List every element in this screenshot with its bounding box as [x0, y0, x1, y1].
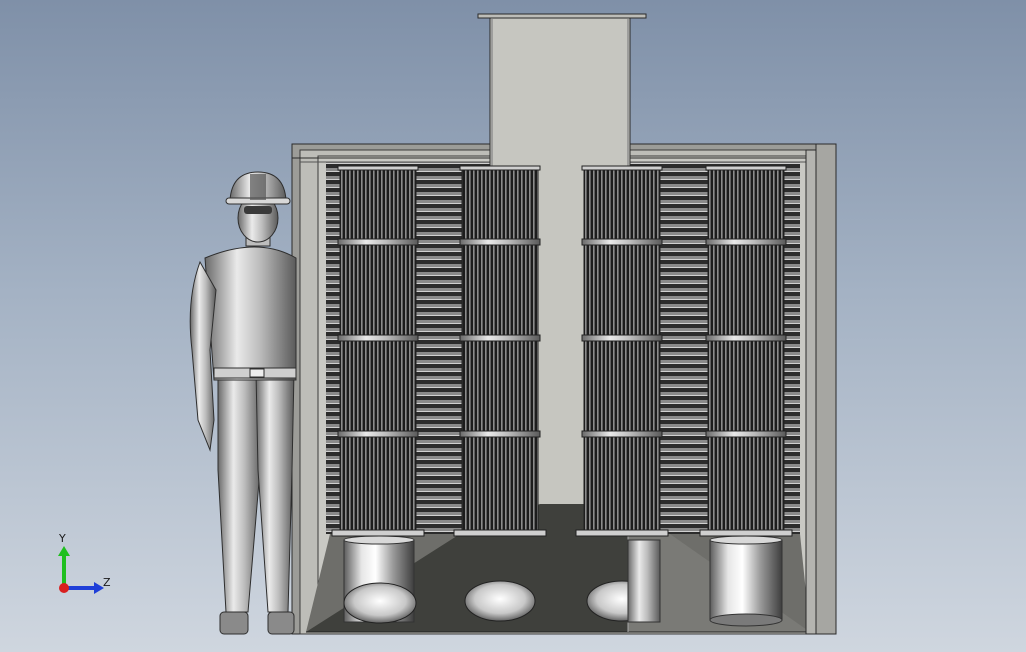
cartridge-band [459, 430, 541, 438]
boot-right [267, 611, 295, 635]
cartridge-top-cap [459, 165, 541, 171]
cartridge-band [705, 430, 787, 438]
cartridge-top-cap [337, 165, 419, 171]
cartridge-band [705, 238, 787, 246]
cad-viewport[interactable]: Y Z [0, 0, 1026, 652]
filter-cartridge [461, 167, 539, 533]
filter-cartridge [707, 167, 785, 533]
boot-left [219, 611, 249, 635]
cartridge-band [337, 238, 419, 246]
z-axis-label: Z [103, 576, 111, 589]
cartridge-band [581, 430, 663, 438]
safety-glasses [244, 206, 272, 214]
coordinate-triad [58, 546, 104, 594]
cartridge-flange [331, 529, 425, 537]
cartridge-band [705, 334, 787, 342]
filter-cartridge [583, 167, 661, 533]
cartridge-flange [575, 529, 669, 537]
cartridge-band [337, 334, 419, 342]
y-axis-label: Y [59, 532, 66, 545]
cartridge-band [459, 238, 541, 246]
cartridge-top-cap [705, 165, 787, 171]
cartridge-band [459, 334, 541, 342]
filter-cartridge [339, 167, 417, 533]
x-axis-dot [59, 583, 69, 593]
cartridge-top-cap [581, 165, 663, 171]
belt-buckle [249, 368, 265, 378]
worker-figure [189, 171, 297, 635]
cartridge-band [337, 430, 419, 438]
cartridge-band [581, 334, 663, 342]
outlet-hole [464, 580, 536, 622]
outlet-collar [709, 539, 783, 621]
outlet-hole [343, 582, 417, 624]
cartridge-flange [453, 529, 547, 537]
cartridge-flange [699, 529, 793, 537]
cartridge-band [581, 238, 663, 246]
model-scene [58, 13, 837, 635]
